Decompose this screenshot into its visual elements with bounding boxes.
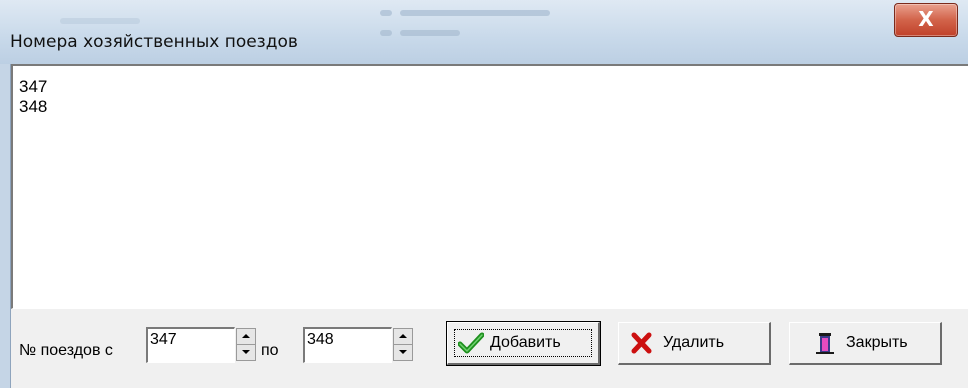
delete-button-label: Удалить [663, 334, 725, 351]
background-blur [380, 10, 392, 16]
delete-button[interactable]: Удалить [618, 322, 771, 365]
close-button[interactable]: Закрыть [789, 322, 942, 365]
list-item[interactable]: 347 [19, 77, 47, 97]
window-title: Номера хозяйственных поездов [10, 32, 298, 52]
to-spin-buttons[interactable] [393, 328, 413, 361]
title-bar: Номера хозяйственных поездов X [0, 0, 968, 64]
background-blur [60, 18, 140, 24]
from-number-input[interactable] [150, 331, 230, 349]
to-decrement-button[interactable] [393, 344, 413, 361]
controls-panel: № поездов с по [11, 309, 968, 388]
checkmark-icon [458, 332, 484, 354]
dialog-client: 347 348 № поездов с по [10, 64, 968, 388]
close-icon: X [918, 7, 934, 31]
window-close-button[interactable]: X [894, 3, 958, 37]
range-label: № поездов с [19, 342, 113, 359]
train-numbers-list[interactable]: 347 348 [11, 64, 968, 309]
background-blur [400, 30, 460, 36]
add-button-label: Добавить [490, 334, 561, 351]
door-exit-icon [816, 333, 834, 354]
arrow-down-icon [399, 350, 407, 354]
to-number-field[interactable] [303, 327, 392, 363]
background-blur [400, 10, 550, 16]
arrow-down-icon [242, 350, 250, 354]
to-increment-button[interactable] [393, 328, 413, 345]
background-blur [380, 30, 392, 36]
from-number-field[interactable] [146, 327, 235, 363]
from-spin-buttons[interactable] [236, 328, 256, 361]
to-label: по [261, 342, 279, 359]
add-button[interactable]: Добавить [446, 321, 601, 366]
close-button-label: Закрыть [846, 334, 908, 351]
arrow-up-icon [242, 334, 250, 338]
arrow-up-icon [399, 334, 407, 338]
from-decrement-button[interactable] [236, 344, 256, 361]
list-item[interactable]: 348 [19, 97, 47, 117]
from-increment-button[interactable] [236, 328, 256, 345]
red-x-icon [631, 332, 652, 354]
dialog-window: Номера хозяйственных поездов X 347 348 №… [0, 0, 968, 388]
to-number-input[interactable] [307, 331, 387, 349]
